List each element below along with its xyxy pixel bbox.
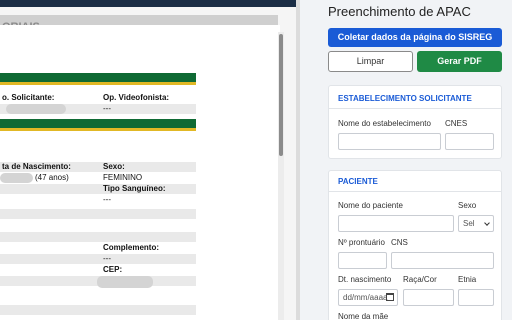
card-divider bbox=[329, 108, 501, 109]
page-scrollbar-thumb[interactable] bbox=[279, 34, 283, 156]
ethnicity-input[interactable] bbox=[458, 289, 494, 306]
calendar-icon[interactable] bbox=[386, 293, 394, 301]
green-header-bar-2 bbox=[0, 119, 196, 131]
sex-select-value: Sel bbox=[463, 219, 475, 228]
record-row-nascimento: ta de Nascimento: Sexo: bbox=[0, 162, 196, 172]
card-divider bbox=[329, 191, 501, 192]
patient-name-label: Nome do paciente bbox=[338, 201, 403, 210]
prontuario-input[interactable] bbox=[338, 252, 387, 269]
clear-button[interactable]: Limpar bbox=[328, 51, 413, 72]
birth-date-input[interactable]: dd/mm/aaaa bbox=[338, 289, 398, 306]
cns-label: CNS bbox=[391, 238, 408, 247]
estabelecimento-name-input[interactable] bbox=[338, 133, 441, 150]
record-row-cep-value bbox=[0, 276, 196, 288]
birth-date-label: Dt. nascimento bbox=[338, 275, 392, 284]
mother-name-label: Nome da mãe bbox=[338, 312, 389, 320]
record-row-empty-6 bbox=[0, 305, 196, 315]
collect-sisreg-data-button[interactable]: Coletar dados da página do SISREG bbox=[328, 28, 502, 47]
sex-label: Sexo bbox=[458, 201, 477, 210]
race-label: Raça/Cor bbox=[403, 275, 437, 284]
record-row-cep: CEP: bbox=[103, 265, 123, 274]
estabelecimento-card: ESTABELECIMENTO SOLICITANTE Nome do esta… bbox=[328, 85, 502, 159]
record-row-empty-3 bbox=[0, 220, 196, 230]
sex-select[interactable]: Sel bbox=[458, 215, 494, 232]
birth-date-placeholder: dd/mm/aaaa bbox=[343, 293, 388, 302]
ethnicity-label: Etnia bbox=[458, 275, 477, 284]
sisreg-page-body: ORIAIS o. Solicitante: Op. Videofonista:… bbox=[0, 7, 300, 320]
record-row-complemento-value: --- bbox=[0, 254, 196, 264]
record-row-tipo-sanguineo: Tipo Sanguíneo: bbox=[0, 184, 196, 194]
green-header-bar-1 bbox=[0, 73, 196, 85]
sisreg-page: ORIAIS o. Solicitante: Op. Videofonista:… bbox=[0, 0, 300, 320]
record-row-tipo-sanguineo-value: --- bbox=[103, 195, 111, 204]
apac-side-panel: Preenchimento de APAC Coletar dados da p… bbox=[300, 0, 512, 320]
cnes-input[interactable] bbox=[445, 133, 494, 150]
record-row-idade: (47 anos) FEMININO bbox=[0, 173, 196, 183]
panel-title: Preenchimento de APAC bbox=[328, 4, 471, 19]
record-row-empty-1 bbox=[0, 141, 196, 151]
record-row-complemento: Complemento: bbox=[103, 243, 159, 252]
record-row-empty-5 bbox=[0, 291, 196, 301]
cnes-label: CNES bbox=[445, 119, 468, 128]
record-row-solicitante: o. Solicitante: Op. Videofonista: bbox=[2, 93, 170, 102]
estabelecimento-name-label: Nome do estabelecimento bbox=[338, 119, 431, 128]
browser-top-bar bbox=[0, 0, 300, 7]
patient-name-input[interactable] bbox=[338, 215, 454, 232]
race-select[interactable] bbox=[403, 289, 454, 306]
chevron-down-icon bbox=[484, 220, 490, 226]
record-row-empty-4 bbox=[0, 232, 196, 242]
record-row-empty-2 bbox=[0, 209, 196, 219]
paciente-card: PACIENTE Nome do paciente Sexo Sel Nº pr… bbox=[328, 170, 502, 320]
generate-pdf-button[interactable]: Gerar PDF bbox=[417, 51, 502, 72]
prontuario-label: Nº prontuário bbox=[338, 238, 385, 247]
cns-input[interactable] bbox=[391, 252, 494, 269]
record-row-solicitante-value: --- bbox=[0, 104, 196, 114]
paciente-card-title: PACIENTE bbox=[338, 177, 378, 186]
patient-record-sheet: o. Solicitante: Op. Videofonista: --- ta… bbox=[0, 25, 280, 320]
estabelecimento-card-title: ESTABELECIMENTO SOLICITANTE bbox=[338, 94, 472, 103]
